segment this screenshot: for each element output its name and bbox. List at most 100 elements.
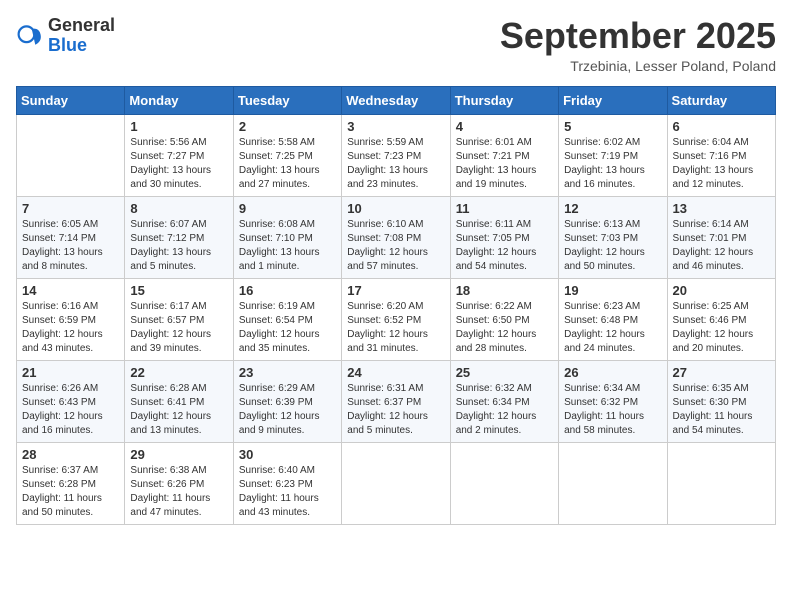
month-title: September 2025 xyxy=(500,16,776,56)
day-number: 11 xyxy=(456,201,553,216)
day-number: 15 xyxy=(130,283,227,298)
location: Trzebinia, Lesser Poland, Poland xyxy=(500,58,776,74)
calendar-cell: 6 Sunrise: 6:04 AM Sunset: 7:16 PM Daylig… xyxy=(667,114,775,196)
calendar-cell: 1 Sunrise: 5:56 AM Sunset: 7:27 PM Daylig… xyxy=(125,114,233,196)
day-info: Sunrise: 6:32 AM Sunset: 6:34 PM Dayligh… xyxy=(456,382,553,438)
day-info: Sunrise: 6:37 AM Sunset: 6:28 PM Dayligh… xyxy=(22,464,119,520)
calendar-cell: 14Sunrise: 6:16 AM Sunset: 6:59 PM Dayli… xyxy=(17,278,125,360)
day-info: Sunrise: 6:22 AM Sunset: 6:50 PM Dayligh… xyxy=(456,300,553,356)
calendar-header-tuesday: Tuesday xyxy=(233,86,341,114)
day-info: Sunrise: 6:10 AM Sunset: 7:08 PM Dayligh… xyxy=(347,218,444,274)
calendar-cell: 30 Sunrise: 6:40 AM Sunset: 6:23 PM Dayli… xyxy=(233,442,341,524)
day-info: Sunrise: 6:07 AM Sunset: 7:12 PM Dayligh… xyxy=(130,218,227,274)
day-number: 21 xyxy=(22,365,119,380)
day-info: Sunrise: 5:56 AM Sunset: 7:27 PM Dayligh… xyxy=(130,136,227,192)
calendar-cell: 7Sunrise: 6:05 AM Sunset: 7:14 PM Daylig… xyxy=(17,196,125,278)
day-info: Sunrise: 6:02 AM Sunset: 7:19 PM Dayligh… xyxy=(564,136,661,192)
day-info: Sunrise: 5:59 AM Sunset: 7:23 PM Dayligh… xyxy=(347,136,444,192)
day-info: Sunrise: 6:29 AM Sunset: 6:39 PM Dayligh… xyxy=(239,382,336,438)
day-number: 23 xyxy=(239,365,336,380)
logo: General Blue xyxy=(16,16,115,56)
calendar-cell: 25 Sunrise: 6:32 AM Sunset: 6:34 PM Dayli… xyxy=(450,360,558,442)
calendar-header-thursday: Thursday xyxy=(450,86,558,114)
calendar-cell: 26 Sunrise: 6:34 AM Sunset: 6:32 PM Dayli… xyxy=(559,360,667,442)
calendar-cell: 23 Sunrise: 6:29 AM Sunset: 6:39 PM Dayli… xyxy=(233,360,341,442)
day-info: Sunrise: 6:34 AM Sunset: 6:32 PM Dayligh… xyxy=(564,382,661,438)
day-number: 10 xyxy=(347,201,444,216)
day-info: Sunrise: 6:31 AM Sunset: 6:37 PM Dayligh… xyxy=(347,382,444,438)
day-info: Sunrise: 6:26 AM Sunset: 6:43 PM Dayligh… xyxy=(22,382,119,438)
title-block: September 2025 Trzebinia, Lesser Poland,… xyxy=(500,16,776,74)
calendar-cell: 8 Sunrise: 6:07 AM Sunset: 7:12 PM Daylig… xyxy=(125,196,233,278)
day-info: Sunrise: 6:05 AM Sunset: 7:14 PM Dayligh… xyxy=(22,218,119,274)
day-info: Sunrise: 6:08 AM Sunset: 7:10 PM Dayligh… xyxy=(239,218,336,274)
logo-text: General Blue xyxy=(48,16,115,56)
calendar-cell: 4 Sunrise: 6:01 AM Sunset: 7:21 PM Daylig… xyxy=(450,114,558,196)
day-info: Sunrise: 6:04 AM Sunset: 7:16 PM Dayligh… xyxy=(673,136,770,192)
day-number: 12 xyxy=(564,201,661,216)
calendar-header-wednesday: Wednesday xyxy=(342,86,450,114)
calendar-cell xyxy=(450,442,558,524)
day-info: Sunrise: 6:23 AM Sunset: 6:48 PM Dayligh… xyxy=(564,300,661,356)
calendar-cell: 21 Sunrise: 6:26 AM Sunset: 6:43 PM Dayli… xyxy=(17,360,125,442)
day-number: 25 xyxy=(456,365,553,380)
day-number: 26 xyxy=(564,365,661,380)
calendar-week-row: 1 Sunrise: 5:56 AM Sunset: 7:27 PM Daylig… xyxy=(17,114,776,196)
calendar-cell: 20 Sunrise: 6:25 AM Sunset: 6:46 PM Dayli… xyxy=(667,278,775,360)
day-number: 19 xyxy=(564,283,661,298)
calendar-table: SundayMondayTuesdayWednesdayThursdayFrid… xyxy=(16,86,776,525)
calendar-cell: 27 Sunrise: 6:35 AM Sunset: 6:30 PM Dayli… xyxy=(667,360,775,442)
day-info: Sunrise: 6:25 AM Sunset: 6:46 PM Dayligh… xyxy=(673,300,770,356)
day-number: 27 xyxy=(673,365,770,380)
calendar-cell: 12 Sunrise: 6:13 AM Sunset: 7:03 PM Dayli… xyxy=(559,196,667,278)
calendar-cell: 24 Sunrise: 6:31 AM Sunset: 6:37 PM Dayli… xyxy=(342,360,450,442)
day-info: Sunrise: 6:16 AM Sunset: 6:59 PM Dayligh… xyxy=(22,300,119,356)
calendar-week-row: 14Sunrise: 6:16 AM Sunset: 6:59 PM Dayli… xyxy=(17,278,776,360)
day-number: 24 xyxy=(347,365,444,380)
calendar-header-saturday: Saturday xyxy=(667,86,775,114)
calendar-cell xyxy=(342,442,450,524)
day-info: Sunrise: 6:01 AM Sunset: 7:21 PM Dayligh… xyxy=(456,136,553,192)
calendar-header-sunday: Sunday xyxy=(17,86,125,114)
day-info: Sunrise: 6:38 AM Sunset: 6:26 PM Dayligh… xyxy=(130,464,227,520)
day-info: Sunrise: 6:13 AM Sunset: 7:03 PM Dayligh… xyxy=(564,218,661,274)
day-number: 3 xyxy=(347,119,444,134)
calendar-week-row: 21 Sunrise: 6:26 AM Sunset: 6:43 PM Dayli… xyxy=(17,360,776,442)
day-number: 20 xyxy=(673,283,770,298)
day-number: 8 xyxy=(130,201,227,216)
calendar-cell: 28 Sunrise: 6:37 AM Sunset: 6:28 PM Dayli… xyxy=(17,442,125,524)
calendar-cell: 29Sunrise: 6:38 AM Sunset: 6:26 PM Dayli… xyxy=(125,442,233,524)
calendar-cell: 16Sunrise: 6:19 AM Sunset: 6:54 PM Dayli… xyxy=(233,278,341,360)
calendar-cell: 19 Sunrise: 6:23 AM Sunset: 6:48 PM Dayli… xyxy=(559,278,667,360)
calendar-cell: 11 Sunrise: 6:11 AM Sunset: 7:05 PM Dayli… xyxy=(450,196,558,278)
day-info: Sunrise: 6:20 AM Sunset: 6:52 PM Dayligh… xyxy=(347,300,444,356)
calendar-cell xyxy=(559,442,667,524)
day-number: 17 xyxy=(347,283,444,298)
day-info: Sunrise: 6:35 AM Sunset: 6:30 PM Dayligh… xyxy=(673,382,770,438)
day-number: 30 xyxy=(239,447,336,462)
day-number: 22 xyxy=(130,365,227,380)
calendar-week-row: 7Sunrise: 6:05 AM Sunset: 7:14 PM Daylig… xyxy=(17,196,776,278)
day-info: Sunrise: 6:40 AM Sunset: 6:23 PM Dayligh… xyxy=(239,464,336,520)
day-number: 1 xyxy=(130,119,227,134)
day-number: 18 xyxy=(456,283,553,298)
day-number: 28 xyxy=(22,447,119,462)
day-info: Sunrise: 6:11 AM Sunset: 7:05 PM Dayligh… xyxy=(456,218,553,274)
calendar-week-row: 28 Sunrise: 6:37 AM Sunset: 6:28 PM Dayli… xyxy=(17,442,776,524)
day-info: Sunrise: 6:17 AM Sunset: 6:57 PM Dayligh… xyxy=(130,300,227,356)
day-number: 6 xyxy=(673,119,770,134)
day-number: 4 xyxy=(456,119,553,134)
calendar-cell xyxy=(667,442,775,524)
calendar-cell: 3 Sunrise: 5:59 AM Sunset: 7:23 PM Daylig… xyxy=(342,114,450,196)
calendar-header-friday: Friday xyxy=(559,86,667,114)
calendar-header-monday: Monday xyxy=(125,86,233,114)
calendar-cell xyxy=(17,114,125,196)
calendar-cell: 9Sunrise: 6:08 AM Sunset: 7:10 PM Daylig… xyxy=(233,196,341,278)
day-info: Sunrise: 6:14 AM Sunset: 7:01 PM Dayligh… xyxy=(673,218,770,274)
calendar-header-row: SundayMondayTuesdayWednesdayThursdayFrid… xyxy=(17,86,776,114)
day-number: 5 xyxy=(564,119,661,134)
calendar-cell: 22Sunrise: 6:28 AM Sunset: 6:41 PM Dayli… xyxy=(125,360,233,442)
logo-icon xyxy=(16,22,44,50)
day-info: Sunrise: 6:19 AM Sunset: 6:54 PM Dayligh… xyxy=(239,300,336,356)
calendar-cell: 10 Sunrise: 6:10 AM Sunset: 7:08 PM Dayli… xyxy=(342,196,450,278)
